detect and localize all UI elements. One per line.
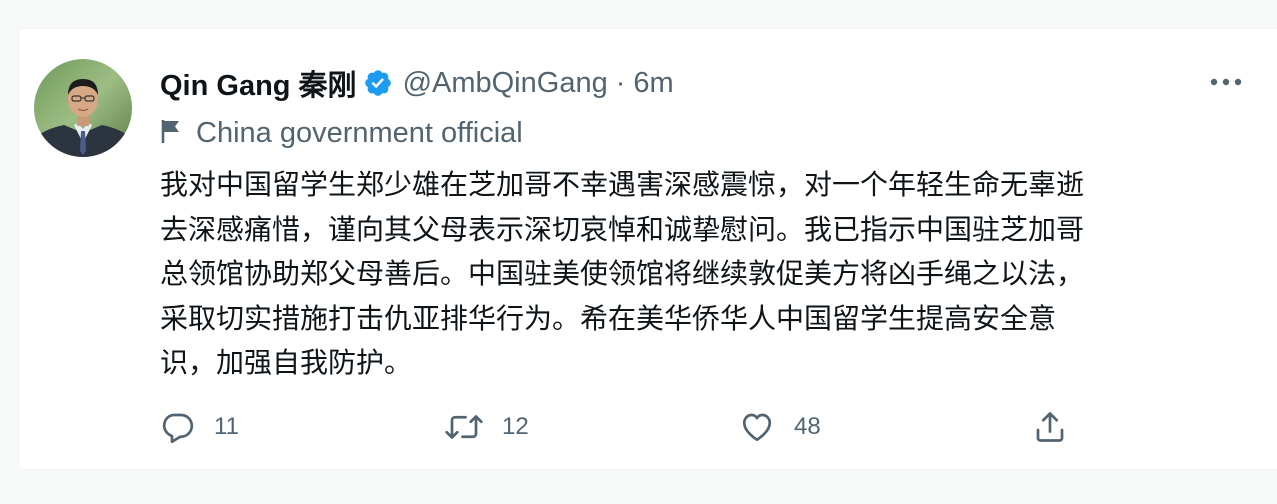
- share-button[interactable]: [1032, 405, 1068, 449]
- retweet-button[interactable]: 12: [444, 405, 529, 449]
- tweet-text-line: 识，加强自我防护。: [160, 346, 413, 379]
- reply-icon: [160, 409, 196, 445]
- like-button[interactable]: 48: [738, 405, 821, 449]
- flag-icon: [160, 118, 182, 149]
- tweet-timestamp[interactable]: 6m: [633, 67, 673, 100]
- avatar-image: [34, 59, 132, 157]
- tweet-text-line: 采取切实措施打击仇亚排华行为。希在美华侨华人中国留学生提高安全意: [160, 301, 1057, 335]
- reply-count: 11: [214, 413, 239, 440]
- tweet-card[interactable]: Qin Gang 秦刚 @AmbQinGang · 6m China gover…: [20, 28, 1277, 470]
- share-icon: [1032, 409, 1068, 445]
- author-name[interactable]: Qin Gang 秦刚: [160, 62, 357, 104]
- separator-dot: ·: [615, 66, 626, 99]
- tweet-header: Qin Gang 秦刚 @AmbQinGang · 6m: [160, 63, 674, 103]
- retweet-count: 12: [502, 413, 529, 440]
- page: Qin Gang 秦刚 @AmbQinGang · 6m China gover…: [0, 0, 1277, 504]
- retweet-icon: [444, 409, 484, 445]
- like-count: 48: [794, 413, 821, 440]
- account-label-text: China government official: [196, 116, 523, 149]
- tweet-text-line: 总领馆协助郑父母善后。中国驻美使领馆将继续敦促美方将凶手绳之以法，: [160, 257, 1085, 290]
- more-options-icon[interactable]: [1206, 69, 1246, 95]
- reply-button[interactable]: 11: [160, 405, 239, 449]
- tweet-text-line: 去深感痛惜，谨向其父母表示深切哀悼和诚挚慰问。我已指示中国驻芝加哥: [160, 212, 1085, 246]
- avatar[interactable]: [34, 59, 132, 157]
- tweet-actions: 11 12 48: [160, 405, 1080, 449]
- verified-badge-icon: [363, 68, 393, 98]
- heart-icon: [738, 409, 776, 445]
- author-handle[interactable]: @AmbQinGang: [403, 67, 608, 100]
- tweet-text: 我对中国留学生郑少雄在芝加哥不幸遇害深感震惊，对一个年轻生命无辜逝 去深感痛惜，…: [160, 163, 1240, 386]
- account-label[interactable]: China government official: [160, 115, 523, 151]
- tweet-text-line: 我对中国留学生郑少雄在芝加哥不幸遇害深感震惊，对一个年轻生命无辜逝: [160, 168, 1085, 201]
